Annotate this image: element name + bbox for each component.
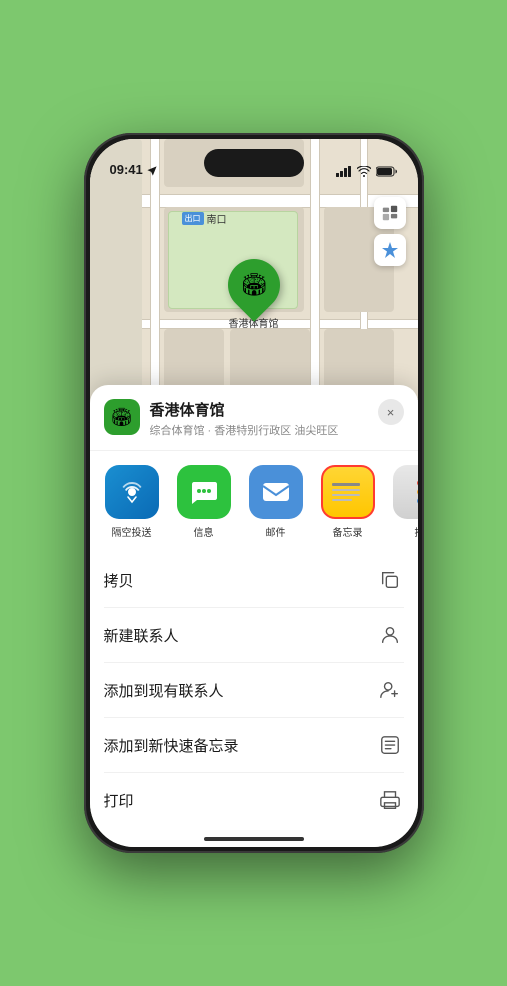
action-new-contact-label: 新建联系人 bbox=[104, 625, 179, 646]
phone-screen: 09:41 bbox=[90, 139, 418, 847]
share-item-mail[interactable]: 邮件 bbox=[242, 465, 310, 539]
copy-icon bbox=[376, 566, 404, 594]
wifi-icon bbox=[357, 166, 371, 177]
share-row: 隔空投送 信息 bbox=[90, 451, 418, 553]
dynamic-island bbox=[204, 149, 304, 177]
print-icon bbox=[376, 786, 404, 814]
action-add-contact-label: 添加到现有联系人 bbox=[104, 680, 224, 701]
stadium-icon: 🏟 bbox=[240, 272, 268, 298]
location-arrow-icon bbox=[147, 166, 157, 176]
location-desc: 综合体育馆 · 香港特别行政区 油尖旺区 bbox=[150, 422, 378, 438]
mail-icon-wrap bbox=[249, 465, 303, 519]
map-controls bbox=[374, 197, 406, 266]
action-quick-note-label: 添加到新快速备忘录 bbox=[104, 735, 239, 756]
notes-lines bbox=[332, 483, 364, 501]
location-pin: 🏟 香港体育馆 bbox=[228, 259, 280, 330]
location-info: 香港体育馆 综合体育馆 · 香港特别行政区 油尖旺区 bbox=[150, 399, 378, 438]
status-time: 09:41 bbox=[110, 162, 143, 179]
entrance-text: 南口 bbox=[207, 211, 227, 226]
action-new-contact[interactable]: 新建联系人 bbox=[104, 608, 404, 663]
share-item-messages[interactable]: 信息 bbox=[170, 465, 238, 539]
action-print-label: 打印 bbox=[104, 790, 134, 811]
action-print[interactable]: 打印 bbox=[104, 773, 404, 827]
more-label: 推 bbox=[415, 524, 418, 539]
notes-icon-wrap bbox=[321, 465, 375, 519]
location-button[interactable] bbox=[374, 234, 406, 266]
messages-icon-wrap bbox=[177, 465, 231, 519]
share-item-notes[interactable]: 备忘录 bbox=[314, 465, 382, 539]
battery-icon bbox=[376, 166, 398, 177]
home-indicator bbox=[204, 837, 304, 841]
action-quick-note[interactable]: 添加到新快速备忘录 bbox=[104, 718, 404, 773]
location-name: 香港体育馆 bbox=[150, 399, 378, 420]
location-header: 🏟 香港体育馆 综合体育馆 · 香港特别行政区 油尖旺区 × bbox=[90, 385, 418, 451]
action-add-contact[interactable]: 添加到现有联系人 bbox=[104, 663, 404, 718]
map-type-button[interactable] bbox=[374, 197, 406, 229]
airdrop-icon-wrap bbox=[105, 465, 159, 519]
signal-icon bbox=[336, 166, 352, 177]
close-button[interactable]: × bbox=[378, 399, 404, 425]
location-venue-icon: 🏟 bbox=[104, 399, 140, 435]
new-contact-icon bbox=[376, 621, 404, 649]
share-item-more[interactable]: 推 bbox=[386, 465, 418, 539]
pin-circle: 🏟 bbox=[217, 248, 291, 322]
phone-frame: 09:41 bbox=[84, 133, 424, 853]
notes-label: 备忘录 bbox=[333, 524, 363, 539]
action-copy-label: 拷贝 bbox=[104, 570, 134, 591]
action-copy[interactable]: 拷贝 bbox=[104, 553, 404, 608]
airdrop-label: 隔空投送 bbox=[112, 524, 152, 539]
messages-label: 信息 bbox=[194, 524, 214, 539]
share-item-airdrop[interactable]: 隔空投送 bbox=[98, 465, 166, 539]
entrance-tag: 出口 bbox=[182, 212, 204, 225]
mail-label: 邮件 bbox=[266, 524, 286, 539]
add-contact-icon bbox=[376, 676, 404, 704]
more-icon-wrap bbox=[393, 465, 418, 519]
action-list: 拷贝 新建联系人 bbox=[90, 553, 418, 827]
bottom-sheet: 🏟 香港体育馆 综合体育馆 · 香港特别行政区 油尖旺区 × bbox=[90, 385, 418, 847]
status-icons bbox=[336, 166, 398, 179]
quick-note-icon bbox=[376, 731, 404, 759]
map-entrance-label: 出口 南口 bbox=[182, 211, 227, 226]
